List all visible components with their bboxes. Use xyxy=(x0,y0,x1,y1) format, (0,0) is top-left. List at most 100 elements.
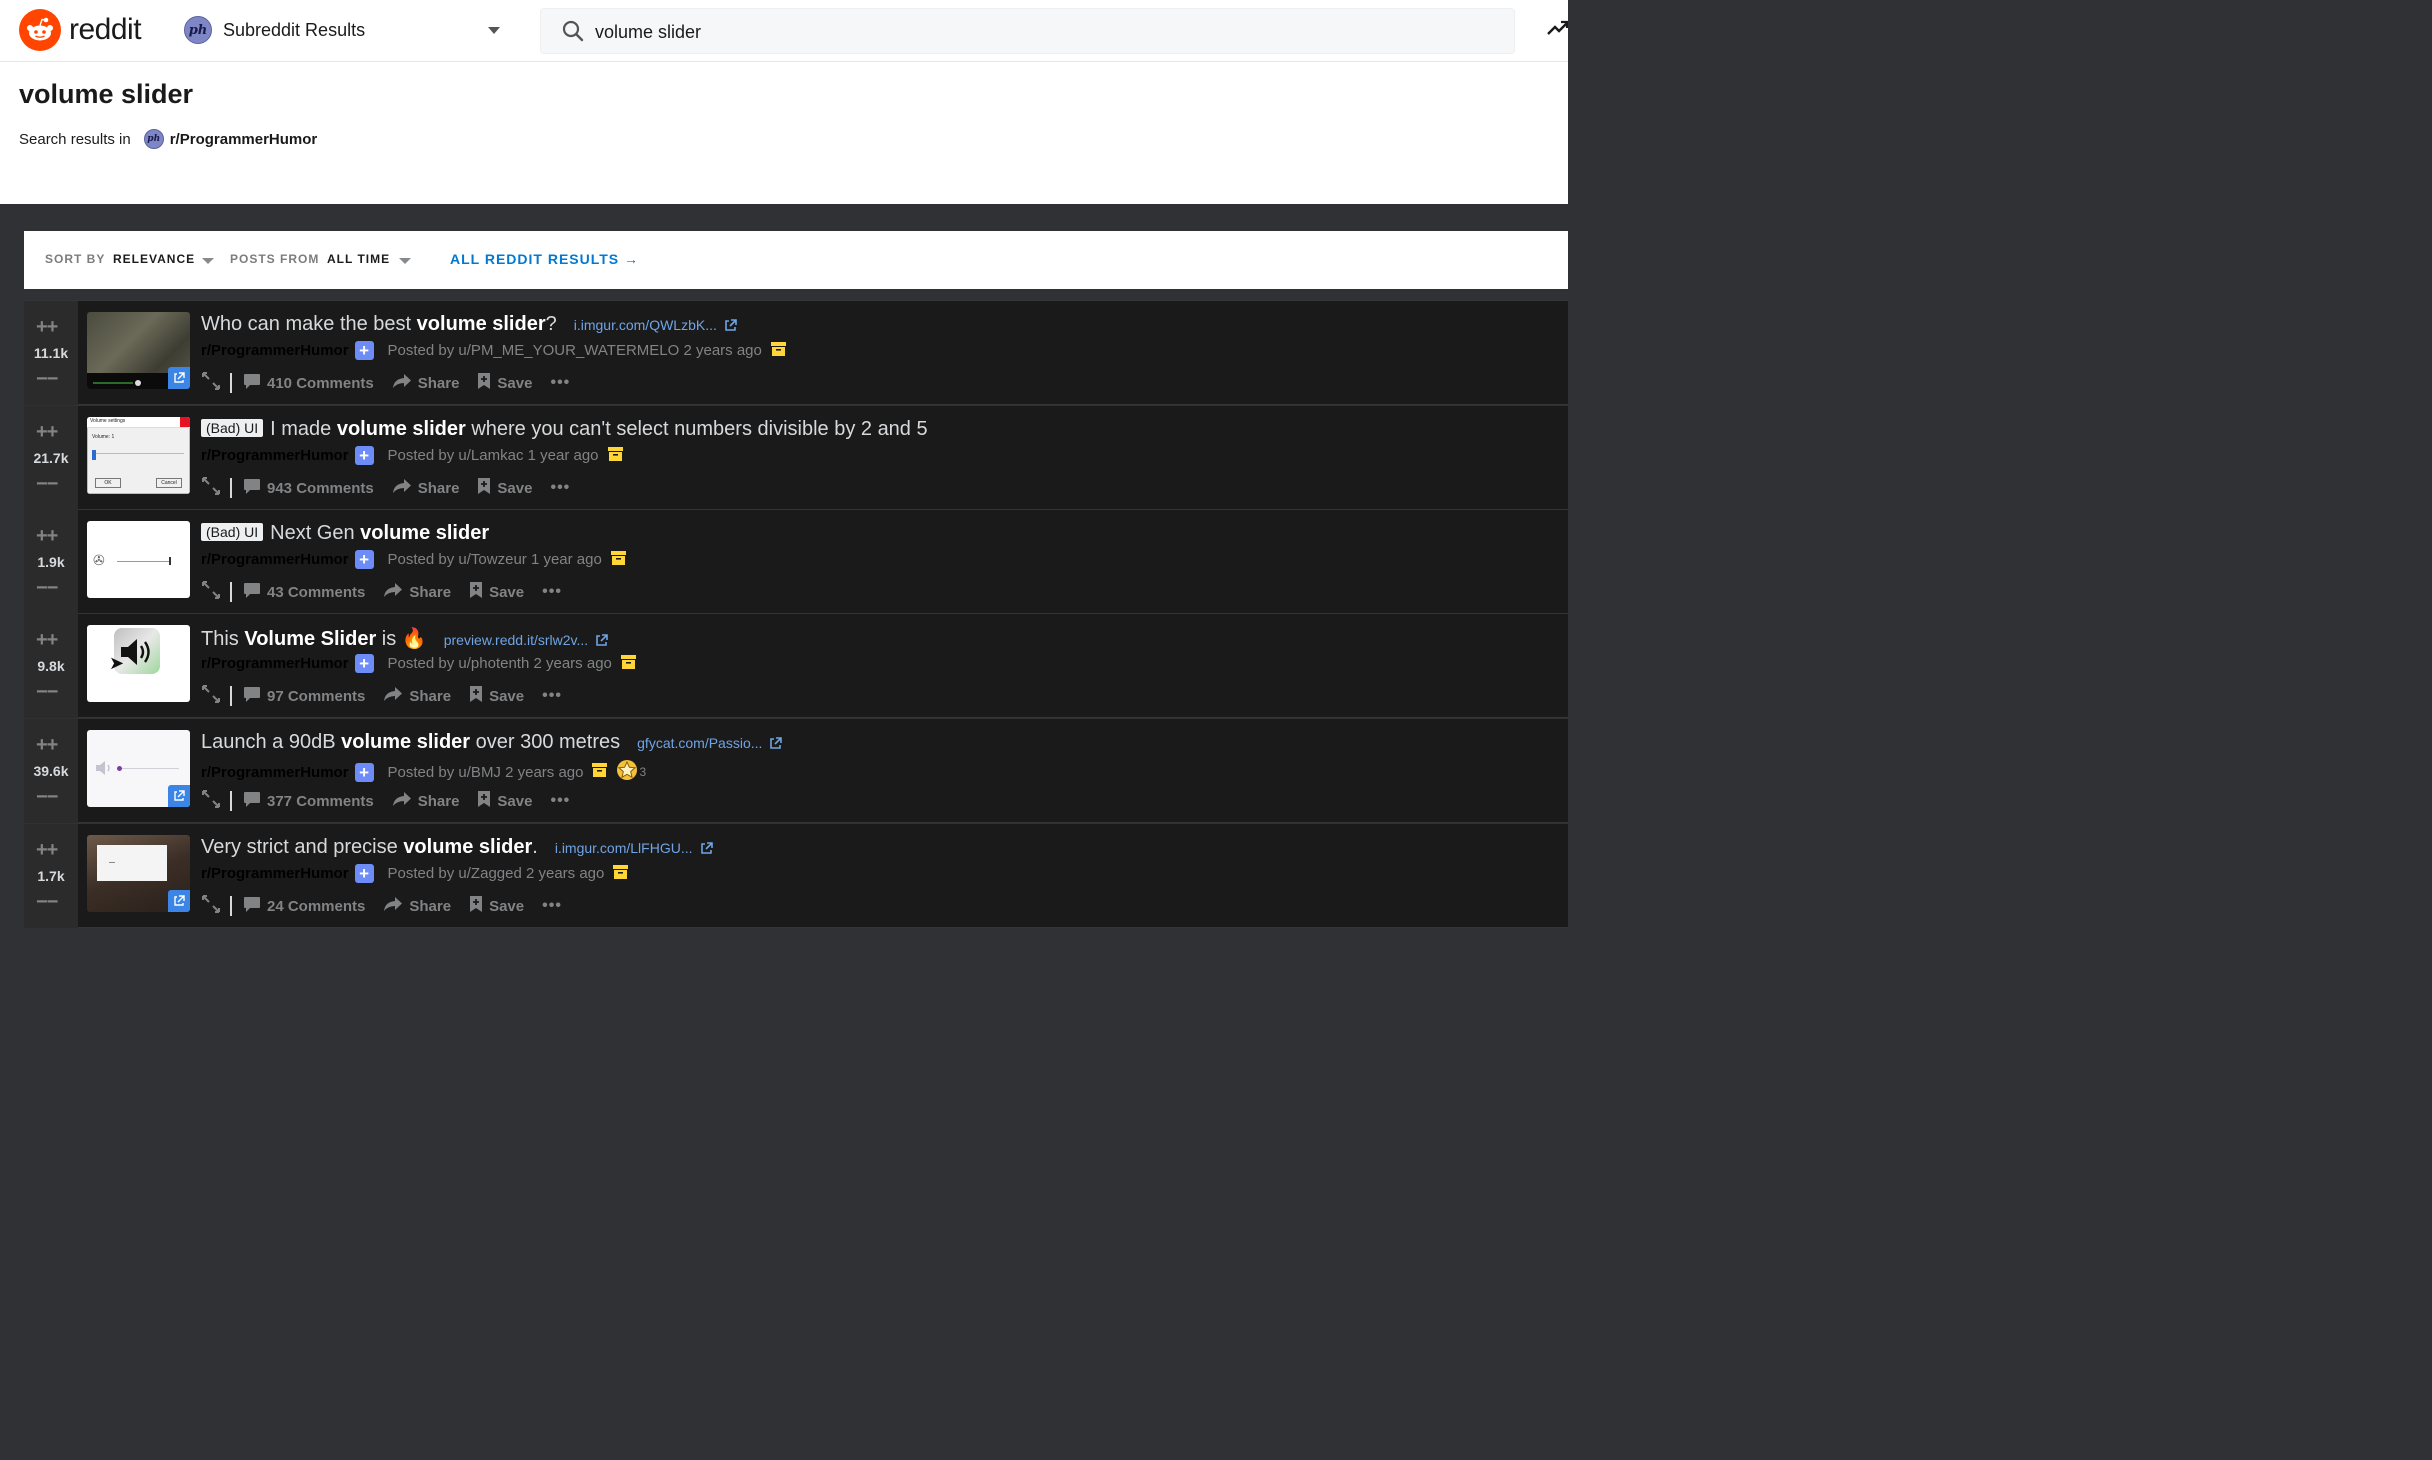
posted-by[interactable]: Posted by u/Towzeur 1 year ago xyxy=(388,551,602,568)
post-title[interactable]: Who can make the best volume slider? xyxy=(201,313,557,336)
post-domain-link[interactable]: i.imgur.com/QWLzbK... xyxy=(574,317,717,333)
share-button[interactable]: Share xyxy=(383,582,451,602)
search-bar[interactable] xyxy=(540,8,1515,54)
award-icon[interactable] xyxy=(616,759,638,785)
subreddit-link[interactable]: r/ProgrammerHumor xyxy=(201,655,349,672)
save-button[interactable]: Save xyxy=(469,895,524,917)
upvote-icon[interactable]: ++ xyxy=(36,840,58,860)
downvote-icon[interactable]: −− xyxy=(36,892,58,912)
chevron-down-icon[interactable] xyxy=(399,258,411,264)
post-domain-link[interactable]: i.imgur.com/LlFHGU... xyxy=(555,840,693,856)
search-result-post[interactable]: ++ 11.1k −− Who can make the best volume… xyxy=(24,301,1568,405)
external-link-icon[interactable] xyxy=(700,842,713,860)
reddit-logo[interactable]: reddit xyxy=(19,9,142,51)
more-options-icon[interactable]: ••• xyxy=(542,687,562,705)
comments-button[interactable]: 24 Comments xyxy=(243,896,365,917)
upvote-icon[interactable]: ++ xyxy=(36,526,58,546)
search-input[interactable] xyxy=(593,17,1477,47)
external-link-icon[interactable] xyxy=(168,890,190,912)
comments-button[interactable]: 43 Comments xyxy=(243,582,365,603)
expand-icon[interactable] xyxy=(201,684,221,708)
comments-button[interactable]: 97 Comments xyxy=(243,686,365,707)
post-title[interactable]: This Volume Slider is 🔥 xyxy=(201,626,427,651)
share-button[interactable]: Share xyxy=(383,686,451,706)
more-options-icon[interactable]: ••• xyxy=(550,374,570,392)
search-result-post[interactable]: ++ 21.7k −− Volume settings Volume: 1 OK Ca… xyxy=(24,406,1568,510)
external-link-icon[interactable] xyxy=(595,634,608,652)
save-button[interactable]: Save xyxy=(469,581,524,603)
time-dropdown[interactable]: ALL TIME xyxy=(327,252,390,266)
post-domain-link[interactable]: gfycat.com/Passio... xyxy=(637,735,762,751)
subreddit-link[interactable]: r/ProgrammerHumor xyxy=(201,342,349,359)
search-result-post[interactable]: ++ 1.9k −− ✇ (Bad) UI Next Gen volume sl… xyxy=(24,510,1568,614)
post-thumbnail[interactable] xyxy=(87,835,190,912)
post-thumbnail[interactable]: Volume settings Volume: 1 OK Cancel xyxy=(87,417,190,494)
expand-icon[interactable] xyxy=(201,789,221,813)
downvote-icon[interactable]: −− xyxy=(36,787,58,807)
post-thumbnail[interactable] xyxy=(87,730,190,807)
more-options-icon[interactable]: ••• xyxy=(542,583,562,601)
posted-by[interactable]: Posted by u/BMJ 2 years ago xyxy=(388,764,584,781)
post-domain-link[interactable]: preview.redd.it/srlw2v... xyxy=(444,632,588,648)
comments-button[interactable]: 410 Comments xyxy=(243,373,374,394)
join-plus-icon[interactable]: + xyxy=(354,864,374,883)
posted-by[interactable]: Posted by u/Lamkac 1 year ago xyxy=(388,447,599,464)
sort-dropdown[interactable]: RELEVANCE xyxy=(113,252,195,266)
expand-icon[interactable] xyxy=(201,894,221,918)
search-result-post[interactable]: ++ 1.7k −− Very strict and precise volum… xyxy=(24,824,1568,928)
more-options-icon[interactable]: ••• xyxy=(550,792,570,810)
chevron-down-icon[interactable] xyxy=(202,258,214,264)
share-button[interactable]: Share xyxy=(392,478,459,498)
join-plus-icon[interactable]: + xyxy=(354,654,374,673)
expand-icon[interactable] xyxy=(201,371,221,395)
post-flair[interactable]: (Bad) UI xyxy=(201,419,264,437)
share-button[interactable]: Share xyxy=(392,791,459,811)
downvote-icon[interactable]: −− xyxy=(36,474,58,494)
join-plus-icon[interactable]: + xyxy=(354,550,374,569)
downvote-icon[interactable]: −− xyxy=(36,369,58,389)
search-result-post[interactable]: ++ 39.6k −− Launch a 90dB volume slider … xyxy=(24,719,1568,823)
posted-by[interactable]: Posted by u/photenth 2 years ago xyxy=(388,655,612,672)
upvote-icon[interactable]: ++ xyxy=(36,735,58,755)
subreddit-link[interactable]: r/ProgrammerHumor xyxy=(201,551,349,568)
subreddit-link[interactable]: r/ProgrammerHumor xyxy=(201,764,349,781)
more-options-icon[interactable]: ••• xyxy=(550,479,570,497)
community-switcher[interactable]: ph Subreddit Results xyxy=(184,16,500,44)
more-options-icon[interactable]: ••• xyxy=(542,897,562,915)
downvote-icon[interactable]: −− xyxy=(36,578,58,598)
upvote-icon[interactable]: ++ xyxy=(36,317,58,337)
join-plus-icon[interactable]: + xyxy=(354,446,374,465)
post-title[interactable]: Next Gen volume slider xyxy=(270,522,489,545)
save-button[interactable]: Save xyxy=(477,477,532,499)
post-title[interactable]: Launch a 90dB volume slider over 300 met… xyxy=(201,731,620,754)
comments-button[interactable]: 377 Comments xyxy=(243,791,374,812)
save-button[interactable]: Save xyxy=(469,685,524,707)
post-thumbnail[interactable]: ✇ xyxy=(87,521,190,598)
post-thumbnail[interactable] xyxy=(87,312,190,389)
downvote-icon[interactable]: −− xyxy=(36,682,58,702)
subreddit-link[interactable]: r/ProgrammerHumor xyxy=(170,131,318,148)
save-button[interactable]: Save xyxy=(477,790,532,812)
external-link-icon[interactable] xyxy=(724,319,737,337)
subreddit-link[interactable]: r/ProgrammerHumor xyxy=(201,447,349,464)
save-button[interactable]: Save xyxy=(477,372,532,394)
posted-by[interactable]: Posted by u/PM_ME_YOUR_WATERMELO 2 years… xyxy=(388,342,762,359)
post-flair[interactable]: (Bad) UI xyxy=(201,523,264,541)
share-button[interactable]: Share xyxy=(383,896,451,916)
external-link-icon[interactable] xyxy=(769,737,783,755)
expand-icon[interactable] xyxy=(201,476,221,500)
subreddit-link[interactable]: r/ProgrammerHumor xyxy=(201,865,349,882)
external-link-icon[interactable] xyxy=(168,367,190,389)
comments-button[interactable]: 943 Comments xyxy=(243,478,374,499)
share-button[interactable]: Share xyxy=(392,373,459,393)
post-title[interactable]: I made volume slider where you can't sel… xyxy=(270,418,928,441)
expand-icon[interactable] xyxy=(201,580,221,604)
all-reddit-results-link[interactable]: ALL REDDIT RESULTS → xyxy=(450,251,639,267)
posted-by[interactable]: Posted by u/Zagged 2 years ago xyxy=(388,865,605,882)
external-link-icon[interactable] xyxy=(168,785,190,807)
post-title[interactable]: Very strict and precise volume slider. xyxy=(201,836,538,859)
upvote-icon[interactable]: ++ xyxy=(36,422,58,442)
upvote-icon[interactable]: ++ xyxy=(36,630,58,650)
join-plus-icon[interactable]: + xyxy=(354,341,374,360)
join-plus-icon[interactable]: + xyxy=(354,762,374,782)
